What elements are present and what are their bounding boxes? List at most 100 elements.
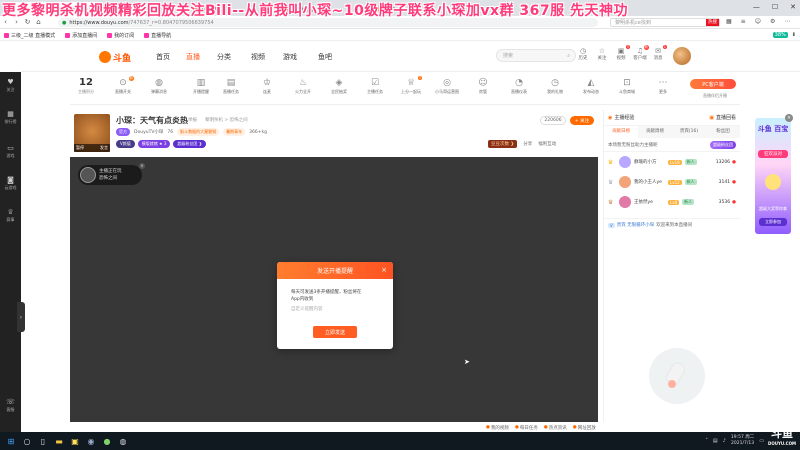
bookmark-item[interactable]: 三级_二级 直播模式 [4, 32, 55, 39]
sidebar-item-follow[interactable]: ♥ 关注 [0, 78, 21, 93]
volume-icon[interactable]: ♪ [723, 438, 726, 444]
search-icon[interactable]: ○ [19, 437, 35, 446]
nav-category[interactable]: 分类 [217, 52, 231, 62]
user-icon[interactable]: ☺ [755, 18, 761, 25]
close-icon[interactable]: × [785, 114, 793, 122]
send-now-button[interactable]: 立即发送 [313, 326, 357, 338]
live-replay[interactable]: ▣ 直播回看 [709, 114, 736, 122]
hot-search-button[interactable]: 热搜 [706, 19, 719, 26]
event-tag[interactable]: 暑期青年 [223, 128, 246, 136]
sidebar-item-match[interactable]: ♕ 赛事 [0, 208, 21, 223]
nav-live[interactable]: 直播 [186, 52, 200, 62]
header-history[interactable]: ◷ 历史 [574, 47, 592, 61]
minimize-icon[interactable]: — [753, 3, 760, 11]
browser-icon[interactable]: ● [99, 437, 115, 446]
notification-icon[interactable]: ▭ [759, 438, 764, 444]
header-video[interactable]: ▣ 视频 3 [612, 45, 630, 61]
pc-client-sublabel[interactable]: 直播伴侣开播 [690, 93, 740, 99]
more-icon[interactable]: ⋯ [784, 18, 790, 25]
reminder-content-input[interactable]: 自定义提醒内容 [291, 306, 379, 313]
download-icon[interactable]: ⬇ [792, 32, 796, 38]
hot-news-link[interactable]: ● 热点资讯 [544, 425, 567, 431]
report-link[interactable]: 举报 [188, 117, 197, 123]
nav-fishbar[interactable]: 鱼吧 [318, 52, 332, 62]
fan-tag[interactable]: 斛斗数据的大猩猩钢 [177, 128, 220, 136]
promo-cta-button[interactable]: 立即参加 [759, 218, 787, 226]
header-follow[interactable]: ☆ 关注 [593, 47, 611, 61]
tool-item[interactable]: ◍ 弹幕消息 [144, 77, 174, 95]
welfare-button[interactable]: 福利互动 [538, 141, 556, 147]
tool-item[interactable]: ▥ 开播提醒 [186, 77, 216, 95]
steam-icon[interactable]: ◉ [83, 437, 99, 446]
super-fan-button[interactable]: 超级粉丝团 [710, 140, 736, 149]
close-window-icon[interactable]: ✕ [790, 3, 796, 11]
rank-row[interactable]: ♛ 王依然ye Lv8 新人 3536 ● [604, 192, 740, 212]
tab-daily-rank[interactable]: 贡献日榜 [604, 126, 638, 138]
follow-button[interactable]: + 关注 [570, 116, 594, 125]
tool-item[interactable]: ⋯ 更多 [648, 77, 678, 95]
tool-item[interactable]: ♨ 火力全开 [288, 77, 318, 95]
nav-video[interactable]: 视频 [251, 52, 265, 62]
badge-super-fan[interactable]: 超级粉丝团 ❯ [173, 140, 207, 148]
sidebar-item-rank[interactable]: ▦ 排行榜 [0, 110, 21, 125]
nav-home[interactable]: 首页 [156, 52, 170, 62]
sidebar-toggle-icon[interactable]: › [17, 302, 25, 332]
anchor-exp[interactable]: ◉ 主播经验 [608, 114, 634, 122]
tool-item[interactable]: ◔ 直播仪表 [504, 77, 534, 95]
task-view-icon[interactable]: ▯ [35, 437, 51, 446]
daily-task-link[interactable]: ● 每日任务 [515, 425, 538, 431]
badge-vip[interactable]: V颜值 [116, 140, 135, 148]
tool-item[interactable]: ⊙ 直播开关新 [108, 76, 138, 95]
grid-icon[interactable]: ▦ [726, 18, 732, 25]
header-client[interactable]: ♫ 客户端新 [631, 45, 649, 61]
my-video-link[interactable]: ● 我的视频 [486, 425, 509, 431]
windows-start-icon[interactable]: ⊞ [3, 437, 19, 446]
sidebar-item-game[interactable]: ▭ 游戏 [0, 144, 21, 159]
tool-item[interactable]: ◎ 小马哥运营图 [432, 77, 462, 95]
user-avatar[interactable] [673, 47, 691, 65]
clock[interactable]: 19:57 周二 2021/7/13 [731, 435, 754, 447]
chat-username[interactable]: 贵宾 无限循环小琛 [617, 222, 654, 228]
bookmark-item[interactable]: 添加直播间 [65, 32, 97, 39]
header-message[interactable]: ✉ 消息 1 [649, 45, 667, 61]
anchor-name[interactable]: DouyuTV小琛 [134, 129, 163, 135]
tool-item[interactable]: ♕ 上分一起玩 3 [396, 76, 426, 95]
promo-button[interactable]: 豆豆次数 ❯ [488, 140, 518, 148]
close-icon[interactable]: × [381, 266, 387, 274]
tool-item[interactable]: ♔ 连麦 [252, 77, 282, 95]
tool-item[interactable]: ☑ 主播任务 [360, 77, 390, 95]
search-icon[interactable]: ⌕ [567, 53, 570, 59]
streamer-playing-badge[interactable]: 主播正在玩 恐怖之间 × [78, 163, 145, 185]
bookmark-item[interactable]: 直播导航 [144, 32, 171, 39]
nav-game[interactable]: 游戏 [283, 52, 297, 62]
douyu-logo[interactable]: 斗鱼 [99, 50, 139, 64]
anchor-level[interactable]: 12 主播积分 [72, 77, 100, 95]
room-category[interactable]: 黎明杀机 > 恐怖之间 [205, 117, 248, 123]
tool-item[interactable]: ⊡ 斗鱼商城 [612, 77, 642, 95]
network-icon[interactable]: ▤ [713, 438, 718, 444]
tool-item[interactable]: ◭ 发布动态 [576, 77, 606, 95]
share-button[interactable]: 分享 [523, 141, 532, 147]
sidebar-item-cloud-game[interactable]: ◙ 云游戏 [0, 176, 21, 191]
badge-template[interactable]: 模版就绪 ★ 3 [137, 140, 171, 148]
settings-icon[interactable]: ⚙ [770, 18, 775, 25]
maximize-icon[interactable]: ☐ [772, 3, 778, 11]
tool-item[interactable]: ◷ 我的礼物 [540, 77, 570, 95]
site-search-input[interactable]: 搜索 ⌕ [496, 49, 576, 62]
rank-row[interactable]: ♛ 我的小王人ye Lv12 新人 3141 ● [604, 172, 740, 192]
tab-vip[interactable]: 贵宾(16) [672, 126, 706, 138]
tool-item[interactable]: ▤ 直播任务 [216, 77, 246, 95]
sidebar-item-help[interactable]: ☏ 客服 [0, 398, 21, 413]
promo-banner[interactable]: 斗鱼 百宝 狂欢派对 超级大奖等你拿 立即参加 × [755, 114, 793, 234]
close-badge-icon[interactable]: × [139, 163, 145, 169]
rank-row[interactable]: ♛ 静瑜的小方 Lv18 新人 13206 ● [604, 152, 740, 172]
bookmark-item[interactable]: 我的订阅 [107, 32, 134, 39]
tool-item[interactable]: ☺ 房管 [468, 77, 498, 95]
tab-fan-club[interactable]: 粉丝团 [706, 126, 740, 138]
tool-item[interactable]: ◈ 全民抽奖 [324, 77, 354, 95]
tab-weekly-rank[interactable]: 贡献周榜 [638, 126, 672, 138]
tray-up-icon[interactable]: ˄ [705, 438, 708, 444]
obs-icon[interactable]: ◍ [115, 437, 131, 446]
explorer-icon[interactable]: ▬ [51, 437, 67, 446]
replay-link[interactable]: ● 网址回放 [573, 425, 596, 431]
